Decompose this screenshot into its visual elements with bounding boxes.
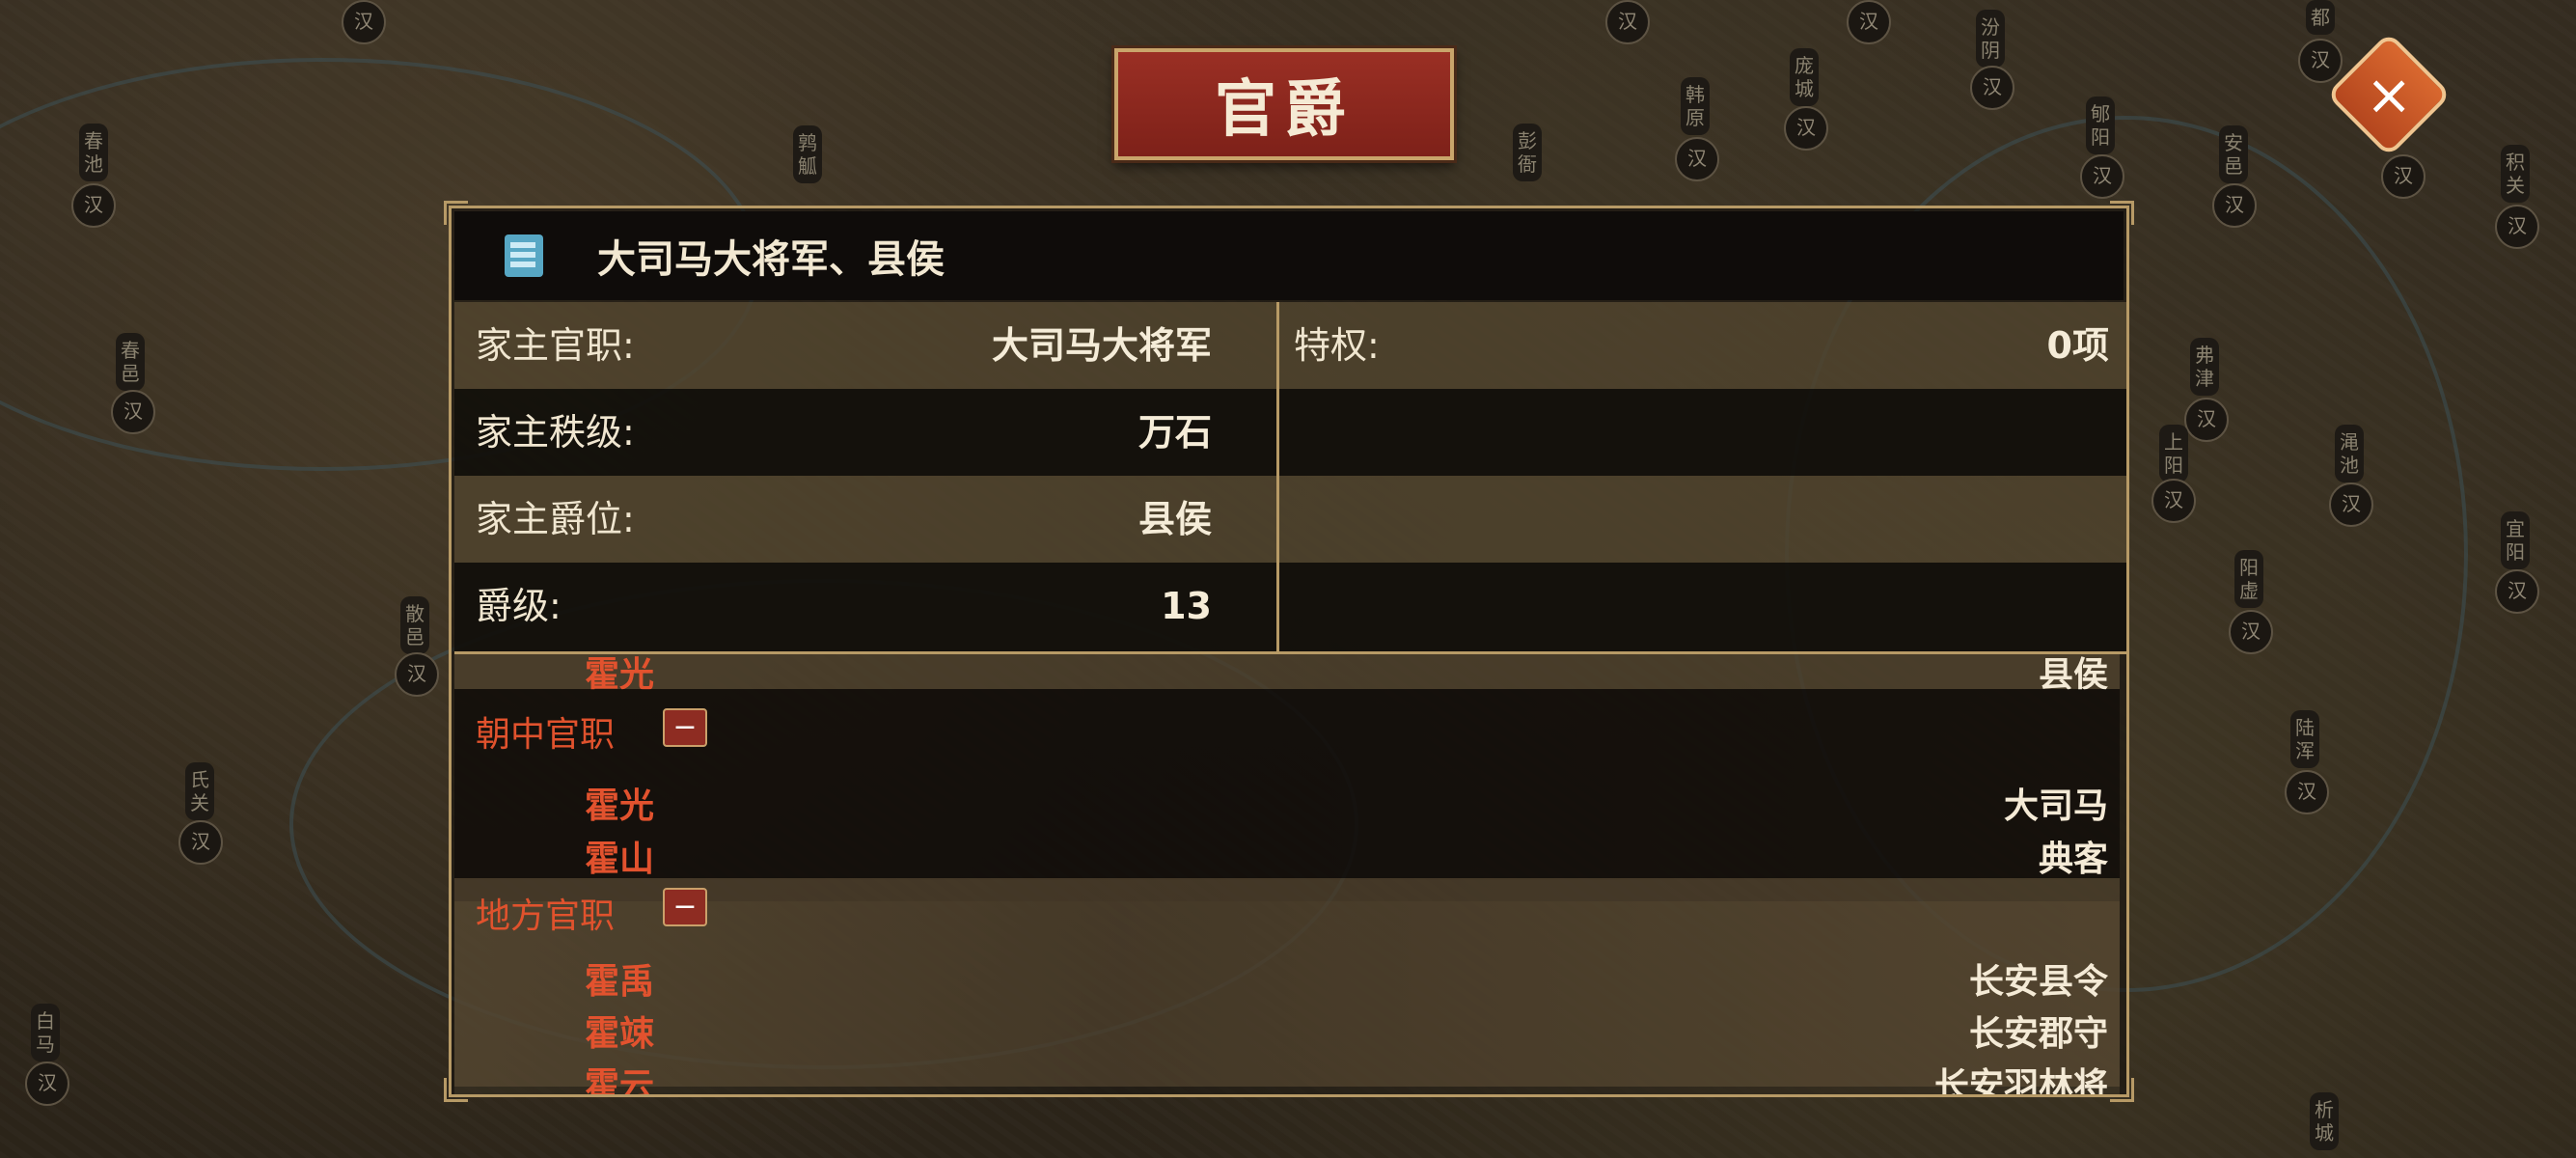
office-name: 大司马: [2003, 786, 2108, 826]
han-city-marker[interactable]: 汉: [2184, 398, 2229, 442]
han-city-marker[interactable]: 汉: [342, 0, 386, 44]
map-place-label[interactable]: 都: [2306, 0, 2335, 35]
map-place-label[interactable]: 积关: [2501, 145, 2530, 203]
map-place-label[interactable]: 安邑: [2219, 125, 2248, 183]
map-place-label[interactable]: 庞城: [1790, 48, 1819, 106]
book-icon: [505, 234, 543, 277]
map-place-label[interactable]: 氏关: [185, 762, 214, 820]
person-name[interactable]: 霍竦: [585, 1006, 654, 1056]
person-name[interactable]: 霍山: [585, 831, 654, 881]
privilege-label: 特权:: [1294, 324, 1380, 367]
han-city-marker[interactable]: 汉: [178, 820, 223, 865]
map-place-label[interactable]: 汾阴: [1976, 10, 2005, 68]
han-city-marker[interactable]: 汉: [25, 1062, 69, 1106]
column-divider: [1276, 302, 1279, 651]
section-header: 朝中官职 −: [454, 689, 2120, 766]
info-table: 家主官职: 大司马大将军 特权: 0项 家主秩级: 万石 家主爵位: 县侯 爵级…: [454, 302, 2126, 651]
info-label: 爵级:: [476, 585, 562, 627]
map-place-label[interactable]: 陆浑: [2290, 710, 2319, 768]
han-city-marker[interactable]: 汉: [2151, 479, 2196, 523]
section-title-local: 地方官职: [476, 896, 616, 936]
info-label: 家主秩级:: [476, 411, 635, 454]
map-place-label[interactable]: 白马: [31, 1004, 60, 1062]
rank-panel: 大司马大将军、县侯 家主官职: 大司马大将军 特权: 0项 家主秩级: 万石 家…: [444, 201, 2134, 1102]
map-place-label[interactable]: 春池: [79, 124, 108, 181]
map-place-label[interactable]: 韩原: [1681, 77, 1710, 135]
collapse-toggle[interactable]: −: [663, 708, 707, 747]
han-city-marker[interactable]: 汉: [2229, 610, 2273, 654]
han-city-marker[interactable]: 汉: [1970, 66, 2014, 110]
map-place-label[interactable]: 阳虚: [2234, 550, 2263, 608]
han-city-marker[interactable]: 汉: [395, 652, 439, 697]
person-name[interactable]: 霍云: [585, 1058, 654, 1094]
map-place-label[interactable]: 郇阳: [2086, 96, 2115, 154]
info-value: 县侯: [1137, 498, 1212, 540]
list-item: 霍光 县侯: [454, 654, 2120, 695]
info-row: 爵级: 13: [454, 563, 2126, 651]
han-city-marker[interactable]: 汉: [2285, 770, 2329, 814]
map-place-label[interactable]: 渑池: [2335, 425, 2364, 482]
info-label: 家主爵位:: [476, 498, 635, 540]
han-city-marker[interactable]: 汉: [1605, 0, 1650, 44]
info-value: 13: [1161, 585, 1212, 627]
han-city-marker[interactable]: 汉: [1784, 106, 1828, 151]
han-city-marker[interactable]: 汉: [1675, 137, 1719, 181]
page-title: 官爵: [1215, 73, 1354, 146]
person-name[interactable]: 霍禹: [585, 953, 654, 1004]
office-name: 长安羽林将: [1933, 1066, 2108, 1094]
info-row: 家主爵位: 县侯: [454, 476, 2126, 563]
officials-list[interactable]: 霍光 县侯 朝中官职 − 霍光 大司马 霍山 典客 地方官职 − 霍禹 长安县令…: [454, 654, 2126, 1094]
han-city-marker[interactable]: 汉: [2212, 183, 2257, 228]
office-name: 长安郡守: [1968, 1014, 2108, 1054]
office-name: 长安县令: [1968, 962, 2108, 1002]
info-row: 家主秩级: 万石: [454, 389, 2126, 476]
han-city-marker[interactable]: 汉: [1847, 0, 1891, 44]
close-icon: ×: [2365, 61, 2413, 127]
info-value: 大司马大将军: [991, 324, 1212, 367]
section-title-court: 朝中官职: [476, 715, 616, 755]
han-city-marker[interactable]: 汉: [2495, 569, 2539, 614]
panel-header: 大司马大将军、县侯: [454, 211, 2124, 300]
han-city-marker[interactable]: 汉: [2381, 154, 2425, 199]
info-value: 万石: [1137, 411, 1212, 454]
title-plaque: 官爵: [1114, 48, 1454, 160]
map-place-label[interactable]: 上阳: [2159, 425, 2188, 482]
header-title: 大司马大将军、县侯: [597, 237, 945, 282]
han-city-marker[interactable]: 汉: [2080, 154, 2124, 199]
han-city-marker[interactable]: 汉: [71, 183, 116, 228]
han-city-marker[interactable]: 汉: [111, 390, 155, 434]
map-place-label[interactable]: 宜阳: [2501, 511, 2530, 569]
han-city-marker[interactable]: 汉: [2298, 39, 2343, 83]
map-place-label[interactable]: 散邑: [400, 596, 429, 654]
map-place-label[interactable]: 鹑觚: [793, 125, 822, 183]
info-label: 家主官职:: [476, 324, 635, 367]
han-city-marker[interactable]: 汉: [2329, 482, 2373, 527]
map-place-label[interactable]: 彭衙: [1513, 124, 1542, 181]
map-place-label[interactable]: 弗津: [2190, 338, 2219, 396]
collapse-toggle[interactable]: −: [663, 888, 707, 926]
map-place-label[interactable]: 析城: [2310, 1092, 2339, 1150]
han-city-marker[interactable]: 汉: [2495, 205, 2539, 249]
info-row: 家主官职: 大司马大将军 特权: 0项: [454, 302, 2126, 389]
section-local: 地方官职 − 霍禹 长安县令 霍竦 长安郡守 霍云 长安羽林将: [454, 878, 2120, 1094]
map-place-label[interactable]: 春邑: [116, 333, 145, 391]
privilege-value: 0项: [2046, 324, 2109, 367]
person-name[interactable]: 霍光: [585, 778, 654, 828]
section-body: 霍光 大司马 霍山 典客: [454, 766, 2120, 881]
office-name: 典客: [2038, 840, 2108, 879]
